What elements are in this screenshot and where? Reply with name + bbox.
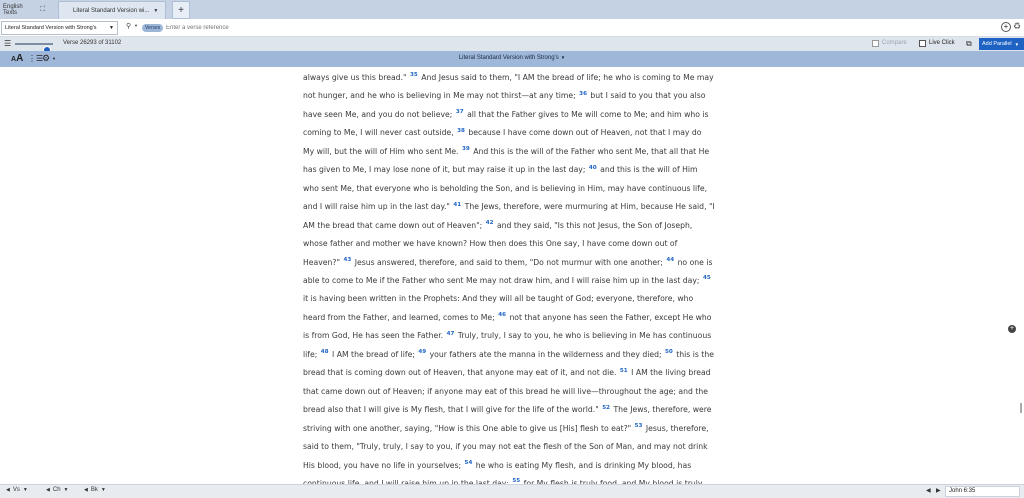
chevron-down-icon: ▼ — [560, 55, 566, 60]
verse-text: your fathers ate the manna in the wilder… — [429, 349, 662, 359]
verse-number[interactable]: 54 — [465, 460, 473, 466]
verse-number[interactable]: 37 — [456, 109, 464, 116]
sync-window-icon[interactable]: ⧉ — [966, 39, 972, 49]
verse-number[interactable]: 43 — [343, 257, 351, 263]
add-parallel-label: Add Parallel — [982, 41, 1012, 47]
arrow-left-icon: ◀ — [84, 487, 88, 493]
verse-number[interactable]: 36 — [579, 91, 587, 97]
verse-number[interactable]: 48 — [321, 349, 329, 355]
verse-number[interactable]: 45 — [703, 275, 711, 282]
scripture-pane: always give us this bread." 35 And Jesus… — [0, 67, 1024, 485]
scripture-text: always give us this bread." 35 And Jesus… — [303, 69, 715, 485]
tab-strip: English Texts ⛶ Literal Standard Version… — [0, 0, 1024, 19]
next-icon[interactable]: ▶ — [936, 487, 941, 494]
tab-group-english-texts[interactable]: English Texts ⛶ — [0, 1, 45, 19]
arrow-left-icon: ◀ — [6, 487, 10, 493]
add-tab-button[interactable]: + — [172, 1, 190, 19]
verse-text: I AM the bread of life; — [332, 349, 415, 359]
tab-dropdown-icon[interactable]: ▼ — [153, 8, 158, 14]
add-parallel-button[interactable]: Add Parallel ▼ — [979, 38, 1024, 50]
search-mode-label: Verses — [145, 25, 161, 31]
verse-number[interactable]: 53 — [635, 423, 643, 429]
chevron-down-icon: ▼ — [1014, 41, 1020, 47]
list-icon[interactable]: ☰ — [4, 39, 11, 48]
arrow-right-icon: ▼ — [22, 487, 28, 493]
verse-number[interactable]: 41 — [453, 202, 461, 208]
previous-icon[interactable]: ◀ — [926, 487, 931, 494]
verse-number[interactable]: 49 — [418, 349, 426, 355]
tab-document-label: Literal Standard Version wi... — [73, 7, 150, 14]
arrow-left-icon: ◀ — [46, 487, 50, 493]
verse-number[interactable]: 42 — [486, 220, 494, 226]
compare-checkbox[interactable] — [872, 40, 879, 47]
search-dropdown-icon[interactable]: ▼ — [134, 23, 138, 28]
version-header: AA ⋮☰ ⚙ ▼ Literal Standard Version with … — [0, 51, 1024, 67]
verse-reference-input[interactable] — [166, 22, 996, 34]
verse-number[interactable]: 50 — [665, 349, 673, 355]
bible-selector[interactable]: Literal Standard Version with Strong's ▼ — [1, 21, 118, 35]
verse-number[interactable]: 51 — [620, 368, 628, 374]
verse-number[interactable]: 46 — [498, 312, 506, 319]
verse-slider-bar: ☰ Verse 26293 of 31102 Compare Live Clic… — [0, 37, 1024, 54]
recycle-icon[interactable]: ♻ — [1013, 21, 1021, 32]
verse-number[interactable]: 39 — [462, 146, 470, 152]
chevron-down-icon: ▼ — [109, 25, 114, 31]
book-nav-label: Bk — [90, 487, 98, 493]
arrow-right-icon: ▼ — [100, 487, 106, 493]
chapter-nav-button[interactable]: ◀ Ch ▼ — [46, 487, 68, 493]
live-click-checkbox[interactable] — [919, 40, 926, 47]
verse-number[interactable]: 38 — [457, 128, 465, 134]
verse-slider-track[interactable] — [15, 43, 53, 54]
search-icon[interactable]: ⚲ — [126, 22, 131, 30]
verse-text: Jesus answered, therefore, and said to t… — [354, 257, 663, 267]
version-title-label: Literal Standard Version with Strong's — [458, 55, 559, 61]
book-nav-button[interactable]: ◀ Bk ▼ — [84, 487, 106, 493]
verse-nav-button[interactable]: ◀ Vs ▼ — [6, 487, 28, 493]
verse-number[interactable]: 47 — [447, 331, 455, 337]
reference-bar: Literal Standard Version with Strong's ▼… — [0, 19, 1024, 37]
search-mode-pill[interactable]: Verses — [142, 24, 164, 32]
add-pane-icon[interactable]: + — [1008, 325, 1016, 333]
verse-nav-label: Vs — [12, 487, 20, 493]
bible-selector-label: Literal Standard Version with Strong's — [5, 25, 97, 31]
arrow-right-icon: ▼ — [63, 487, 69, 493]
tab-document[interactable]: Literal Standard Version wi... ▼ — [58, 1, 166, 19]
verse-number[interactable]: 35 — [410, 72, 418, 79]
verse-number[interactable]: 44 — [666, 257, 674, 263]
expand-icon[interactable]: ⛶ — [40, 6, 45, 14]
version-title[interactable]: Literal Standard Version with Strong's ▼ — [0, 55, 1024, 61]
verse-number[interactable]: 40 — [589, 165, 597, 171]
add-circle-icon[interactable]: + — [1001, 22, 1011, 32]
navigation-bar: ◀ Vs ▼ ◀ Ch ▼ ◀ Bk ▼ ◀ ▶ John 6:35 — [0, 484, 1024, 498]
verse-count-label: Verse 26293 of 31102 — [63, 40, 122, 46]
verse-number[interactable]: 52 — [602, 405, 610, 411]
verse-text: always give us this bread." — [303, 73, 407, 82]
current-reference[interactable]: John 6:35 — [945, 486, 1020, 497]
live-click-label: Live Click — [929, 40, 955, 46]
compare-label: Compare — [882, 40, 907, 46]
splitter-handle[interactable] — [1020, 403, 1022, 413]
tab-group-label: English Texts — [3, 4, 23, 16]
chapter-nav-label: Ch — [52, 487, 61, 493]
